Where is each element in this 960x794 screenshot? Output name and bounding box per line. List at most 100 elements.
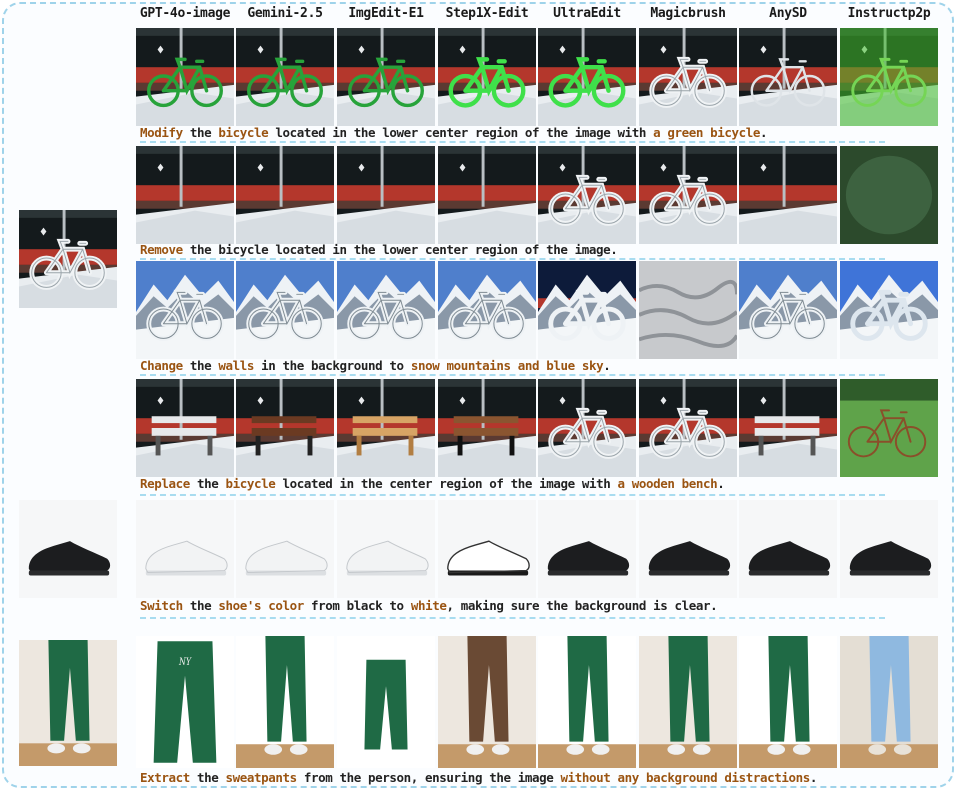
instruction-caption-row-1: Modify the bicycle located in the lower … [140,125,940,140]
instruction-text: the [182,598,219,613]
result-image-imgedit-e1-row-3 [337,261,435,359]
result-image-gpt-4o-image-row-2 [136,146,234,244]
instruction-keyword: Switch [140,598,183,613]
result-image-step1x-edit-row-4 [438,379,536,477]
column-header-gemini-2-5: Gemini-2.5 [247,6,323,21]
result-image-magicbrush-row-5 [639,500,737,598]
result-image-anysd-row-4 [739,379,837,477]
instruction-text: the bicycle located in the lower center … [182,242,618,257]
result-image-instructp2p-row-2 [840,146,938,244]
instruction-text: , making sure the background is clear. [446,598,718,613]
instruction-keyword: Remove [140,242,183,257]
result-image-gemini-2-5-row-1 [236,28,334,126]
result-image-gpt-4o-image-row-3 [136,261,234,359]
result-image-anysd-row-1 [739,28,837,126]
result-image-gemini-2-5-row-2 [236,146,334,244]
instruction-keyword: bicycle [225,476,276,491]
result-image-magicbrush-row-3 [639,261,737,359]
instruction-text: . [809,770,818,785]
result-image-instructp2p-row-1 [840,28,938,126]
result-image-ultraedit-row-5 [538,500,636,598]
instruction-text: . [759,125,768,140]
instruction-text: from black to [303,598,411,613]
row-separator [140,258,885,260]
result-image-imgedit-e1-row-1 [337,28,435,126]
result-image-ultraedit-row-1 [538,28,636,126]
instruction-caption-row-6: Extract the sweatpants from the person, … [140,770,940,785]
source-image-1 [19,210,117,308]
result-image-gemini-2-5-row-3 [236,261,334,359]
result-image-gemini-2-5-row-6 [236,636,334,768]
instruction-keyword: a wooden bench [617,476,718,491]
result-image-gemini-2-5-row-4 [236,379,334,477]
result-image-magicbrush-row-2 [639,146,737,244]
result-image-gemini-2-5-row-5 [236,500,334,598]
source-image-2 [19,500,117,598]
instruction-text: the [189,770,226,785]
instruction-keyword: without any background distractions [560,770,810,785]
svg-text:NY: NY [178,656,192,668]
result-image-anysd-row-6 [739,636,837,768]
instruction-text: located in the lower center region of th… [268,125,654,140]
column-header-magicbrush: Magicbrush [650,6,726,21]
result-image-imgedit-e1-row-6 [337,636,435,768]
instruction-text: the [182,125,219,140]
column-header-imgedit-e1: ImgEdit-E1 [348,6,424,21]
instruction-text: . [603,358,611,373]
result-image-step1x-edit-row-3 [438,261,536,359]
source-image-3 [19,640,117,766]
instruction-text: from the person, ensuring the image [296,770,561,785]
column-header-instructp2p: Instructp2p [847,6,931,21]
result-image-magicbrush-row-4 [639,379,737,477]
row-separator [140,617,885,619]
result-image-instructp2p-row-6 [840,636,938,768]
result-image-instructp2p-row-5 [840,500,938,598]
column-header-ultraedit: UltraEdit [553,6,621,21]
result-image-gpt-4o-image-row-4 [136,379,234,477]
row-separator [140,141,885,143]
result-image-magicbrush-row-6 [639,636,737,768]
instruction-text: the [189,476,226,491]
instruction-text: in the background to [254,358,411,373]
instruction-text: the [182,358,219,373]
result-image-instructp2p-row-4 [840,379,938,477]
instruction-text: . [717,476,725,491]
result-image-step1x-edit-row-5 [438,500,536,598]
result-image-instructp2p-row-3 [840,261,938,359]
instruction-caption-row-2: Remove the bicycle located in the lower … [140,242,940,257]
instruction-keyword: bicycle [218,125,269,140]
instruction-keyword: sweatpants [225,770,298,785]
result-image-imgedit-e1-row-5 [337,500,435,598]
instruction-caption-row-5: Switch the shoe's color from black to wh… [140,598,940,613]
result-image-ultraedit-row-2 [538,146,636,244]
result-image-gpt-4o-image-row-5 [136,500,234,598]
column-header-gpt-4o-image: GPT-4o-image [139,6,231,21]
instruction-keyword: snow mountains and blue sky [410,358,604,373]
row-separator [140,494,885,496]
instruction-caption-row-4: Replace the bicycle located in the cente… [140,476,940,491]
result-image-step1x-edit-row-6 [438,636,536,768]
instruction-keyword: Extract [140,770,190,785]
instruction-keyword: Modify [140,125,183,140]
result-image-ultraedit-row-3 [538,261,636,359]
instruction-keyword: walls [218,358,255,373]
result-image-imgedit-e1-row-2 [337,146,435,244]
result-image-gpt-4o-image-row-6: NY [136,636,234,768]
instruction-keyword: Change [140,358,183,373]
result-image-ultraedit-row-4 [538,379,636,477]
result-image-step1x-edit-row-1 [438,28,536,126]
result-image-ultraedit-row-6 [538,636,636,768]
instruction-keyword: Replace [140,476,190,491]
result-image-anysd-row-3 [739,261,837,359]
instruction-text: located in the center region of the imag… [275,476,618,491]
result-image-imgedit-e1-row-4 [337,379,435,477]
column-header-anysd: AnySD [769,6,807,21]
result-image-anysd-row-2 [739,146,837,244]
instruction-keyword: white [410,598,447,613]
column-header-step1x-edit: Step1X-Edit [445,6,529,21]
instruction-keyword: shoe's color [218,598,304,613]
result-image-magicbrush-row-1 [639,28,737,126]
instruction-caption-row-3: Change the walls in the background to sn… [140,358,940,373]
result-image-gpt-4o-image-row-1 [136,28,234,126]
result-image-anysd-row-5 [739,500,837,598]
